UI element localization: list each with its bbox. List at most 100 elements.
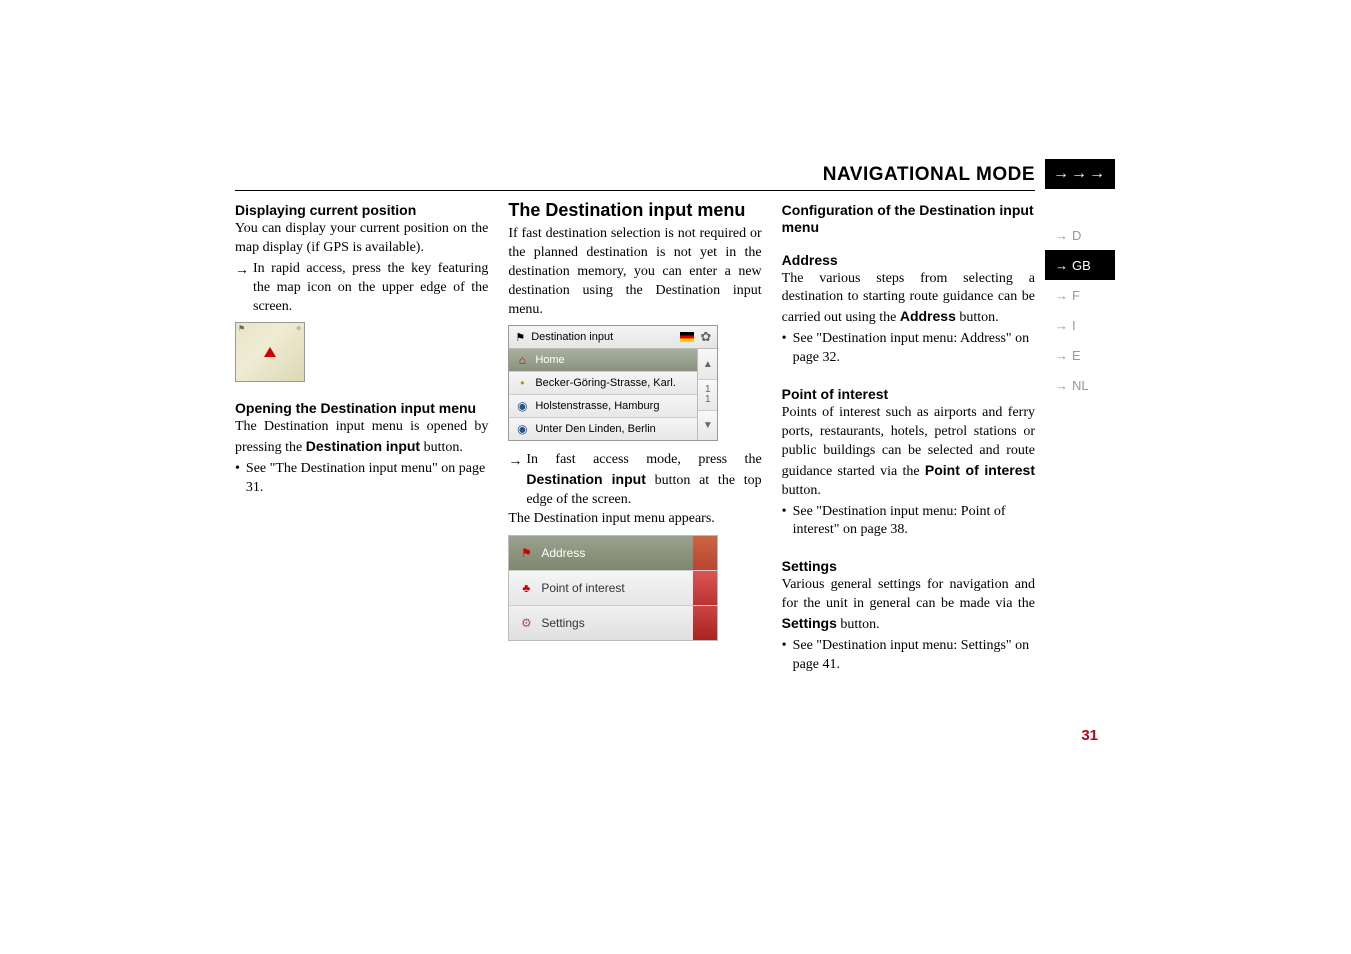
heading-dest-input-menu: The Destination input menu <box>508 200 761 221</box>
heading-poi: Point of interest <box>782 386 1035 402</box>
header-rule <box>235 190 1035 191</box>
arrow-icon: → <box>235 260 249 317</box>
bullet-text: See "Destination input menu: Point of in… <box>793 503 1035 541</box>
column-1: Displaying current position You can disp… <box>235 200 488 675</box>
language-tabs: →D →GB →F →I →E →NL <box>1045 220 1115 400</box>
arrow-icon: → <box>1055 318 1068 333</box>
paragraph: Points of interest such as airports and … <box>782 404 1035 500</box>
bullet-row: • See "Destination input menu: Settings"… <box>782 637 1035 675</box>
screenshot-destination-menu: ⚑ Address ♣Point of interest ⚙Settings <box>508 535 718 641</box>
list-item[interactable]: • Becker-Göring-Strasse, Karl. <box>509 372 697 395</box>
lang-label: D <box>1072 228 1081 243</box>
accent-bar <box>693 536 717 570</box>
screenshot-scroll: ▲ 1 1 ▼ <box>697 349 717 440</box>
lang-gb[interactable]: → GB <box>1045 250 1115 280</box>
column-2: The Destination input menu If fast desti… <box>508 200 761 675</box>
text: Various general settings for navigation … <box>782 577 1035 611</box>
heading-settings: Settings <box>782 558 1035 574</box>
list-item[interactable]: ◉ Unter Den Linden, Berlin <box>509 418 697 440</box>
text: In fast access mode, press the <box>526 452 761 467</box>
bullet-row: • See "Destination input menu: Point of … <box>782 503 1035 541</box>
bold-label: Address <box>900 308 956 324</box>
map-overlay-icons: ⚑✧ <box>236 323 304 335</box>
list-label: Unter Den Linden, Berlin <box>535 423 655 435</box>
flag-icon: ⚑ <box>519 546 533 560</box>
chevron-down-icon: ▼ <box>703 420 713 431</box>
lang-d[interactable]: →D <box>1045 220 1115 250</box>
paragraph: If fast destination selection is not req… <box>508 225 761 319</box>
lang-e[interactable]: →E <box>1045 340 1115 370</box>
arrow-icon: → <box>1055 258 1068 273</box>
lang-label: E <box>1072 348 1081 363</box>
scroll-counter: 1 1 <box>698 380 717 411</box>
bullet-text: See "Destination input menu: Settings" o… <box>793 637 1035 675</box>
flag-icon: ⚑ <box>515 331 525 344</box>
bold-label: Point of interest <box>925 462 1035 478</box>
step-text: In rapid access, press the key featuring… <box>253 260 488 317</box>
list-item[interactable]: ◉Holstenstrasse, Hamburg <box>509 395 697 418</box>
menu-item-poi[interactable]: ♣Point of interest <box>509 571 717 606</box>
gear-icon: ✿ <box>700 329 711 345</box>
screenshot-body: ⌂Home • Becker-Göring-Strasse, Karl. ◉Hol… <box>509 349 717 440</box>
accent-bar <box>693 606 717 640</box>
text: button. <box>837 617 880 632</box>
screenshot-destination-list: ⚑ Destination input ✿ ⌂Home • Becker-Göri… <box>508 325 718 441</box>
paragraph: You can display your current position on… <box>235 220 488 258</box>
lang-nl[interactable]: → NL <box>1045 370 1115 400</box>
bullet-icon: • <box>235 460 240 498</box>
page-number: 31 <box>1081 727 1098 744</box>
lang-label: NL <box>1072 378 1089 393</box>
lang-i[interactable]: →I <box>1045 310 1115 340</box>
screenshot-title: Destination input <box>531 331 613 343</box>
counter-text: 1 1 <box>705 385 711 405</box>
paragraph: Various general settings for navigation … <box>782 576 1035 635</box>
bullet-icon: • <box>782 503 787 541</box>
heading-open-dest-menu: Opening the Destination input menu <box>235 400 488 416</box>
arrow-icon: → <box>1055 348 1068 363</box>
arrow-icon: → <box>508 451 522 510</box>
arrow-icon: → <box>1055 378 1068 393</box>
list-item-home[interactable]: ⌂Home <box>509 349 697 372</box>
bullet-text: See "Destination input menu: Address" on… <box>793 330 1035 368</box>
text: button. <box>956 310 999 325</box>
header-row: NAVIGATIONAL MODE <box>235 164 1035 188</box>
globe-icon: ◉ <box>515 399 529 413</box>
sat-icon: ✧ <box>295 324 302 334</box>
paragraph: The various steps from selecting a desti… <box>782 270 1035 329</box>
scroll-down-button[interactable]: ▼ <box>698 411 717 441</box>
step-row: → In rapid access, press the key featuri… <box>235 260 488 317</box>
bullet-icon: • <box>782 637 787 675</box>
accent-bar <box>693 571 717 605</box>
globe-icon: ◉ <box>515 422 529 436</box>
text: button. <box>782 483 821 498</box>
step-text: In fast access mode, press the Destinati… <box>526 451 761 510</box>
menu-item-address[interactable]: ⚑ Address <box>509 536 717 571</box>
pin-icon: • <box>515 376 529 390</box>
list-label: Becker-Göring-Strasse, Karl. <box>535 377 676 389</box>
lang-label: GB <box>1072 258 1091 273</box>
screenshot-header: ⚑ Destination input ✿ <box>509 326 717 349</box>
lang-f[interactable]: →F <box>1045 280 1115 310</box>
menu-label: Settings <box>541 616 584 630</box>
menu-item-settings[interactable]: ⚙Settings <box>509 606 717 640</box>
heading-address: Address <box>782 252 1035 268</box>
arrow-icon: → <box>1055 288 1068 303</box>
header-arrows-badge: →→→ <box>1045 159 1115 189</box>
lang-label: I <box>1072 318 1076 333</box>
heading-display-position: Displaying current position <box>235 202 488 218</box>
scroll-up-button[interactable]: ▲ <box>698 349 717 380</box>
home-icon: ⌂ <box>515 353 529 367</box>
chevron-up-icon: ▲ <box>703 359 713 370</box>
menu-label: Address <box>541 546 585 560</box>
text: button. <box>420 440 463 455</box>
paragraph: The Destination input menu is opened by … <box>235 418 488 458</box>
bullet-icon: • <box>782 330 787 368</box>
page-title: NAVIGATIONAL MODE <box>823 164 1035 186</box>
bold-label: Settings <box>782 615 837 631</box>
arrow-icon: →→→ <box>1053 165 1107 183</box>
arrow-icon: → <box>1055 228 1068 243</box>
lang-label: F <box>1072 288 1080 303</box>
paragraph: The Destination input menu appears. <box>508 510 761 529</box>
content-columns: Displaying current position You can disp… <box>235 200 1035 675</box>
heading-config: Configuration of the Destination input m… <box>782 202 1035 236</box>
